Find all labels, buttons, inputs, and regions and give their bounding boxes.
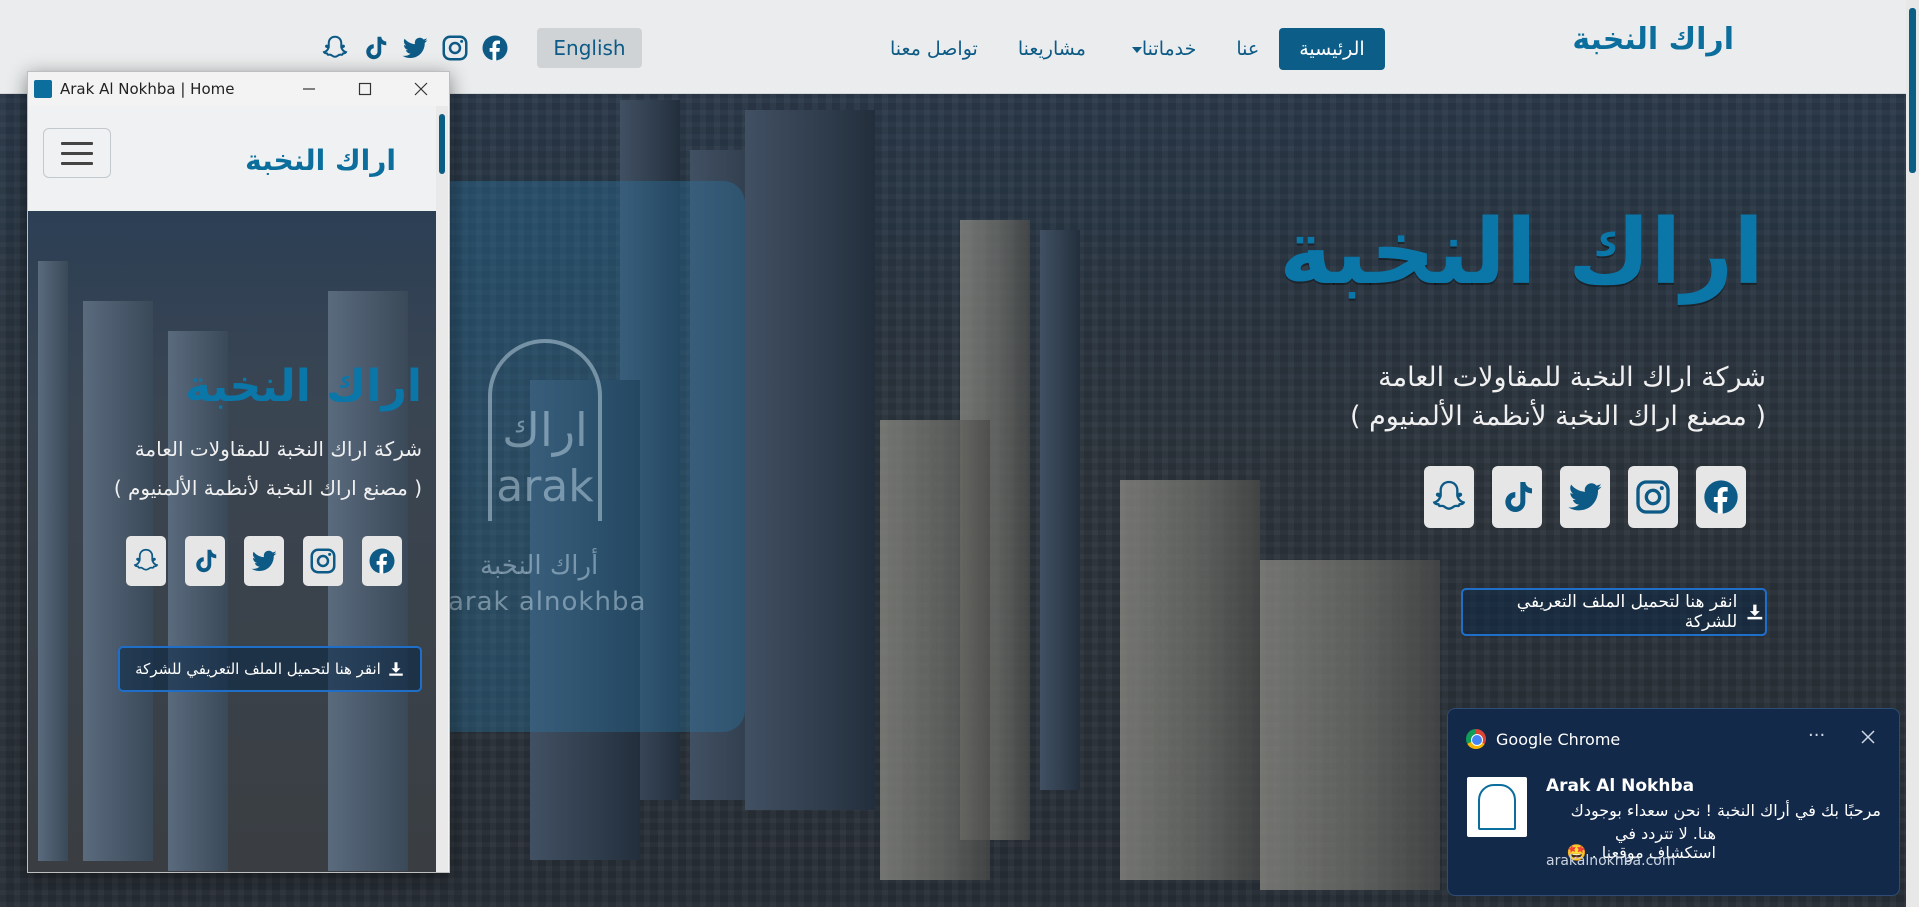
chrome-notification[interactable]: Google Chrome ··· Arak Al Nokhba مرحبًا … <box>1447 708 1900 896</box>
mobile-hero-title: اراك النخبة <box>184 361 422 412</box>
minimize-icon <box>303 88 315 90</box>
mobile-download-profile-button[interactable]: انقر هنا لتحميل الملف التعريفي للشركة <box>118 646 422 692</box>
notification-header: Google Chrome <box>1466 729 1620 749</box>
facebook-icon[interactable] <box>480 33 510 63</box>
instagram-icon[interactable] <box>440 33 470 63</box>
hamburger-line <box>61 151 93 155</box>
tiktok-icon <box>196 549 217 573</box>
window-scrollbar[interactable] <box>436 106 448 872</box>
logo-english-name: arak alnokhba <box>448 587 647 617</box>
hero-twitter-button[interactable] <box>1560 466 1610 528</box>
hamburger-line <box>61 141 93 145</box>
notification-app-name: Google Chrome <box>1496 729 1621 749</box>
notification-more-button[interactable]: ··· <box>1808 725 1825 746</box>
snapchat-icon <box>133 548 159 571</box>
window-scrollbar-thumb[interactable] <box>439 114 445 174</box>
download-profile-label: انقر هنا لتحميل الملف التعريفي للشركة <box>1516 592 1738 632</box>
logo-arch-icon <box>1478 784 1516 830</box>
company-logo-mark: اراك arak <box>488 339 602 521</box>
logo-arabic-name: أراك النخبة <box>480 551 599 581</box>
mobile-twitter-button[interactable] <box>244 536 284 586</box>
nav-link-projects[interactable]: مشاريعنا <box>998 28 1106 70</box>
site-favicon-icon <box>34 80 52 98</box>
close-window-button[interactable] <box>393 72 449 106</box>
chevron-down-icon <box>1131 46 1142 53</box>
download-icon <box>389 662 403 676</box>
snapchat-icon[interactable] <box>320 33 350 63</box>
nav-link-home[interactable]: الرئيسية <box>1279 28 1385 70</box>
nav-link-contact[interactable]: تواصل معنا <box>870 28 998 70</box>
mobile-preview-window: Arak Al Nokhba | Home اراك النخبة اراك ا… <box>27 71 450 873</box>
window-title: Arak Al Nokhba | Home <box>60 80 235 98</box>
notification-title: Arak Al Nokhba <box>1546 776 1695 796</box>
notification-site-logo <box>1467 777 1527 837</box>
mobile-instagram-button[interactable] <box>303 536 343 586</box>
menu-toggle-button[interactable] <box>43 128 111 178</box>
instagram-icon <box>1636 480 1670 514</box>
mobile-hero-subtitle-line2: ( مصنع اراك النخبة لأنظمة الألمنيوم ) <box>113 476 422 500</box>
hero-subtitle-line2: ( مصنع اراك النخبة لأنظمة الألمنيوم ) <box>1349 401 1766 432</box>
minimize-button[interactable] <box>281 72 337 106</box>
twitter-icon <box>1568 483 1602 511</box>
instagram-icon <box>310 548 336 574</box>
hamburger-line <box>61 161 93 165</box>
notification-message-line1: مرحبًا بك في أراك النخبة ! نحن سعداء بوج… <box>1570 801 1881 820</box>
mobile-hero: اراك النخبة شركة اراك النخبة للمقاولات ا… <box>28 211 436 872</box>
mobile-navbar: اراك النخبة <box>28 106 436 211</box>
mobile-hero-subtitle-line1: شركة اراك النخبة للمقاولات العامة <box>134 437 422 461</box>
hero-facebook-button[interactable] <box>1696 466 1746 528</box>
mobile-snapchat-button[interactable] <box>126 536 166 586</box>
maximize-button[interactable] <box>337 72 393 106</box>
mobile-tiktok-button[interactable] <box>185 536 225 586</box>
page-scrollbar[interactable] <box>1906 0 1919 907</box>
scrollbar-thumb[interactable] <box>1909 8 1916 173</box>
navbar-social-links <box>320 33 510 63</box>
hero-instagram-button[interactable] <box>1628 466 1678 528</box>
svg-text:arak: arak <box>496 461 594 512</box>
hero-tiktok-button[interactable] <box>1492 466 1542 528</box>
twitter-icon[interactable] <box>400 33 430 63</box>
nav-link-services[interactable]: خدماتنا <box>1106 28 1217 70</box>
hero-title: اراك النخبة <box>1279 200 1764 305</box>
tiktok-icon[interactable] <box>360 33 390 63</box>
navbar-brand[interactable]: اراك النخبة <box>1572 22 1734 57</box>
hero-snapchat-button[interactable] <box>1424 466 1474 528</box>
notification-url: arakalnokhba.com <box>1546 853 1676 869</box>
snapchat-icon <box>1432 480 1466 510</box>
svg-text:اراك: اراك <box>502 403 588 457</box>
mobile-facebook-button[interactable] <box>362 536 402 586</box>
download-profile-button[interactable]: انقر هنا لتحميل الملف التعريفي للشركة <box>1461 588 1767 636</box>
notification-close-button[interactable] <box>1858 727 1878 747</box>
nav-link-about[interactable]: عنا <box>1216 28 1279 70</box>
language-button[interactable]: English <box>537 28 642 68</box>
nav-link-services-label: خدماتنا <box>1141 38 1197 60</box>
tiktok-icon <box>1505 482 1532 512</box>
twitter-icon <box>251 550 277 572</box>
facebook-icon <box>1704 480 1738 514</box>
mobile-navbar-brand[interactable]: اراك النخبة <box>245 144 396 177</box>
mobile-download-profile-label: انقر هنا لتحميل الملف التعريفي للشركة <box>135 660 381 678</box>
close-icon <box>414 82 428 96</box>
logo-panel: اراك arak أراك النخبة arak alnokhba <box>420 181 745 732</box>
facebook-icon <box>369 548 395 574</box>
hero-subtitle-line1: شركة اراك النخبة للمقاولات العامة <box>1378 362 1766 393</box>
hero-social-links <box>1424 466 1746 528</box>
maximize-icon <box>358 82 372 96</box>
chrome-icon <box>1466 729 1486 749</box>
window-titlebar[interactable]: Arak Al Nokhba | Home <box>28 72 449 106</box>
mobile-social-links <box>126 536 402 586</box>
nav-links: الرئيسية عنا خدماتنا مشاريعنا تواصل معنا <box>870 28 1385 70</box>
download-icon <box>1747 604 1763 620</box>
